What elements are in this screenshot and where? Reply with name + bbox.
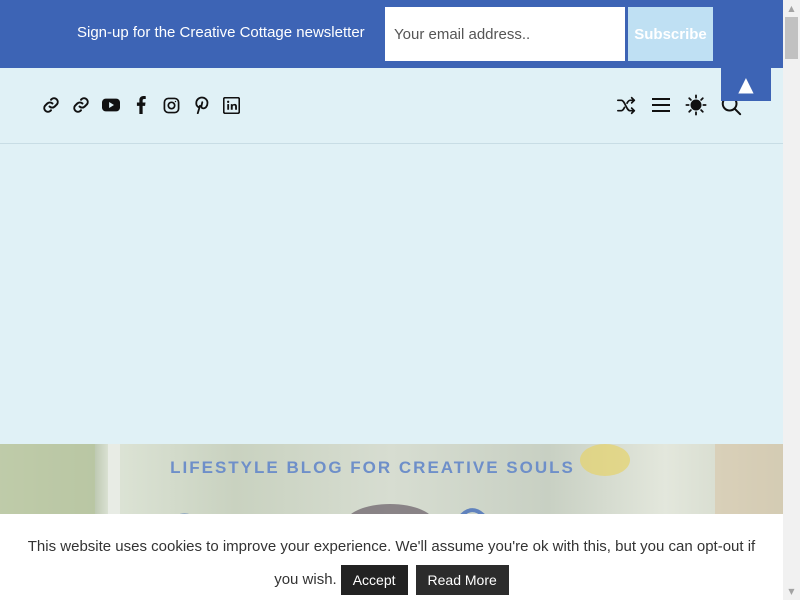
newsletter-bar: Sign-up for the Creative Cottage newslet… bbox=[0, 0, 783, 68]
back-to-top-button[interactable]: ▲ bbox=[721, 68, 771, 101]
site-header bbox=[0, 68, 783, 144]
hero-tagline: LIFESTYLE BLOG FOR CREATIVE SOULS bbox=[170, 458, 575, 477]
subscribe-button[interactable]: Subscribe bbox=[628, 7, 713, 61]
scroll-thumb[interactable] bbox=[785, 17, 798, 59]
youtube-icon[interactable] bbox=[102, 96, 120, 114]
menu-icon[interactable] bbox=[650, 94, 672, 116]
scrollbar[interactable]: ▲ ▼ bbox=[783, 0, 800, 600]
email-input[interactable] bbox=[385, 7, 625, 61]
link-icon[interactable] bbox=[72, 96, 90, 114]
read-more-button[interactable]: Read More bbox=[415, 565, 509, 596]
accept-button[interactable]: Accept bbox=[340, 565, 408, 596]
facebook-icon[interactable] bbox=[132, 96, 150, 114]
linkedin-icon[interactable] bbox=[222, 96, 240, 114]
sun-icon[interactable] bbox=[685, 94, 707, 116]
cookie-banner: This website uses cookies to improve you… bbox=[0, 514, 783, 600]
shuffle-icon[interactable] bbox=[615, 94, 637, 116]
social-links bbox=[42, 96, 240, 114]
cookie-notice: This website uses cookies to improve you… bbox=[0, 530, 783, 596]
instagram-icon[interactable] bbox=[162, 96, 180, 114]
pinterest-icon[interactable] bbox=[192, 96, 210, 114]
newsletter-text: Sign-up for the Creative Cottage newslet… bbox=[77, 24, 365, 41]
content-area bbox=[0, 144, 783, 444]
scroll-up-arrow[interactable]: ▲ bbox=[783, 0, 800, 17]
link-icon[interactable] bbox=[42, 96, 60, 114]
scroll-down-arrow[interactable]: ▼ bbox=[783, 583, 800, 600]
